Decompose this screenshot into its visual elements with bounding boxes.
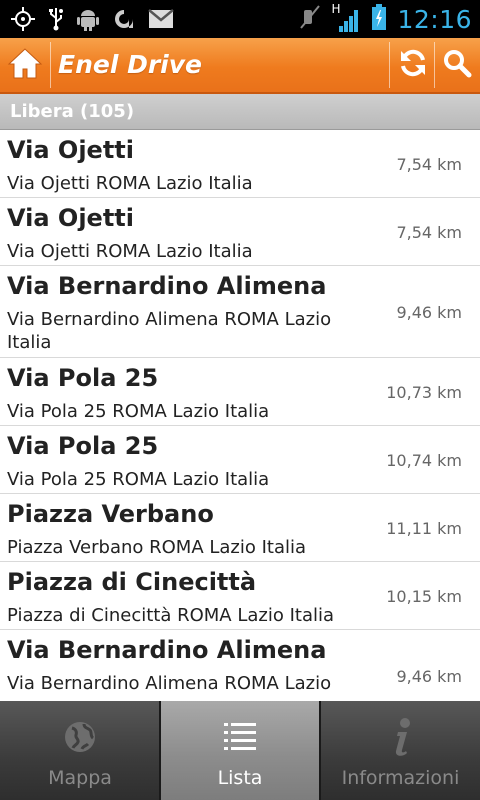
- list-item[interactable]: Via Ojetti Via Ojetti ROMA Lazio Italia …: [0, 130, 480, 198]
- tab-mappa[interactable]: Mappa: [0, 701, 160, 800]
- home-button[interactable]: [0, 38, 50, 92]
- list-item-address: Piazza Verbano ROMA Lazio Italia: [7, 537, 307, 558]
- list-item-address: Via Bernardino Alimena ROMA Lazio Italia: [7, 309, 332, 353]
- mute-icon: [299, 4, 321, 34]
- list-item-address: Piazza di Cinecittà ROMA Lazio Italia: [7, 605, 335, 626]
- list-item[interactable]: Via Bernardino Alimena Via Bernardino Al…: [0, 630, 480, 701]
- list-item-distance: 10,74 km: [386, 451, 462, 470]
- list-item-distance: 9,46 km: [396, 303, 462, 322]
- info-icon: [386, 717, 416, 757]
- list-item-title: Piazza Verbano: [7, 500, 214, 528]
- action-bar-divider: [50, 42, 51, 88]
- app-title: Enel Drive: [58, 50, 203, 79]
- list-item-distance: 10,73 km: [386, 383, 462, 402]
- section-header: Libera (105): [0, 94, 480, 130]
- action-bar: Enel Drive: [0, 38, 480, 94]
- refresh-button[interactable]: [390, 38, 436, 92]
- tab-bar: Mappa Lista Informazioni: [0, 701, 480, 800]
- list-icon: [222, 717, 258, 757]
- section-label: Libera (105): [10, 101, 135, 122]
- list-item-title: Piazza di Cinecittà: [7, 568, 257, 596]
- list-item-title: Via Pola 25: [7, 432, 159, 460]
- gps-icon: [10, 6, 36, 32]
- list-item-distance: 7,54 km: [396, 223, 462, 242]
- tab-label: Informazioni: [341, 767, 460, 789]
- list-item-address: Via Ojetti ROMA Lazio Italia: [7, 173, 253, 194]
- home-icon: [7, 46, 43, 84]
- list-item-title: Via Bernardino Alimena: [7, 636, 327, 664]
- signal-icon: H: [331, 2, 361, 34]
- list-item-address: Via Bernardino Alimena ROMA Lazio: [7, 673, 332, 694]
- list-item-distance: 11,11 km: [386, 519, 462, 538]
- status-bar: H 12:16: [0, 0, 480, 38]
- app-icon: [112, 6, 136, 32]
- list-item-address: Via Pola 25 ROMA Lazio Italia: [7, 469, 270, 490]
- gmail-icon: [148, 8, 174, 30]
- list-item-address: Via Ojetti ROMA Lazio Italia: [7, 241, 253, 262]
- list-item[interactable]: Via Pola 25 Via Pola 25 ROMA Lazio Itali…: [0, 358, 480, 426]
- list-item[interactable]: Via Ojetti Via Ojetti ROMA Lazio Italia …: [0, 198, 480, 266]
- search-button[interactable]: [434, 38, 480, 92]
- tab-lista[interactable]: Lista: [161, 701, 319, 800]
- list-item-title: Via Pola 25: [7, 364, 159, 392]
- globe-icon: [62, 717, 98, 757]
- list-item-address: Via Pola 25 ROMA Lazio Italia: [7, 401, 270, 422]
- clock: 12:16: [397, 4, 472, 34]
- usb-icon: [48, 6, 64, 32]
- list-item-title: Via Bernardino Alimena: [7, 272, 327, 300]
- list-item[interactable]: Piazza Verbano Piazza Verbano ROMA Lazio…: [0, 494, 480, 562]
- search-icon: [441, 47, 473, 83]
- list-item-distance: 9,46 km: [396, 667, 462, 686]
- list-item-title: Via Ojetti: [7, 204, 135, 232]
- android-debug-icon: [76, 6, 100, 32]
- list-item-distance: 10,15 km: [386, 587, 462, 606]
- tab-label: Lista: [217, 767, 263, 789]
- list-item[interactable]: Via Bernardino Alimena Via Bernardino Al…: [0, 266, 480, 358]
- tab-informazioni[interactable]: Informazioni: [321, 701, 480, 800]
- list-item[interactable]: Piazza di Cinecittà Piazza di Cinecittà …: [0, 562, 480, 630]
- list-item-title: Via Ojetti: [7, 136, 135, 164]
- tab-label: Mappa: [48, 767, 112, 789]
- list-item-distance: 7,54 km: [396, 155, 462, 174]
- list-item[interactable]: Via Pola 25 Via Pola 25 ROMA Lazio Itali…: [0, 426, 480, 494]
- refresh-icon: [397, 47, 429, 83]
- battery-charging-icon: [371, 3, 387, 35]
- station-list[interactable]: Via Ojetti Via Ojetti ROMA Lazio Italia …: [0, 130, 480, 701]
